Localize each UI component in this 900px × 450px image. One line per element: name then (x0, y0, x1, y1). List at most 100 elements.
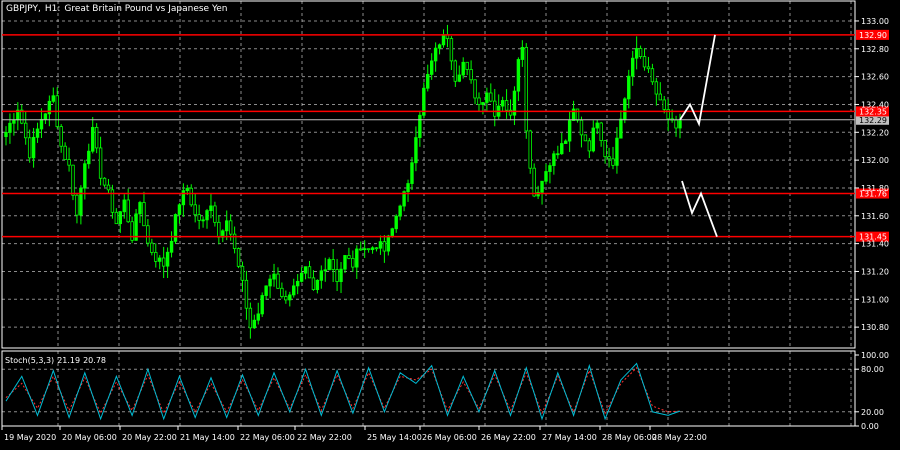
time-label: 27 May 14:00 (542, 433, 597, 442)
candle-body (406, 183, 410, 193)
candle-body (335, 269, 339, 282)
time-axis: 19 May 2020 20 May 06:00 20 May 22:00 21 Ma… (1, 426, 707, 442)
chart-header: GBPJPY, H1: Great Britain Pound vs Japanes… (6, 4, 232, 14)
candle-body (35, 128, 40, 138)
candle-body (453, 60, 458, 82)
candle-body (579, 119, 584, 136)
candle-body (370, 247, 375, 251)
candle-body (552, 153, 556, 166)
candle-body (627, 75, 631, 100)
candle-body (327, 259, 331, 271)
candle-body (59, 126, 63, 147)
candle-body (615, 137, 619, 166)
candle-body (177, 204, 182, 215)
candle-body (520, 46, 525, 60)
candle-body (567, 120, 572, 142)
candle-body (201, 219, 205, 222)
candle-body (355, 248, 359, 268)
candle-body (481, 102, 485, 105)
stoch-tick-label: 80.00 (861, 365, 884, 374)
candle-body (374, 247, 379, 250)
candle-body (642, 56, 647, 68)
candle-body (556, 153, 560, 156)
price-chart[interactable]: 132.29132.90132.35131.76131.45 133.00 132… (0, 0, 900, 446)
candle-body (339, 268, 343, 282)
candle-body (540, 180, 544, 193)
candle-body (106, 184, 111, 191)
candle-body (260, 295, 264, 315)
candle-body (461, 61, 465, 76)
candle-body (516, 59, 521, 92)
candle-body (244, 279, 249, 309)
candle-body (169, 240, 174, 253)
candles (4, 24, 682, 339)
candle-body (264, 285, 268, 296)
candle-body (359, 248, 363, 251)
level-label: 132.90 (859, 31, 887, 40)
candle-body (114, 211, 119, 225)
candle-body (288, 294, 292, 301)
price-tick-label: 133.00 (861, 17, 889, 26)
candle-body (150, 242, 154, 253)
chart-window[interactable]: 132.29 132.90 132.35 131.76 131.45 133.00 132… (0, 0, 900, 446)
candle-body (311, 277, 316, 290)
candle-body (98, 147, 103, 179)
candle-body (315, 279, 320, 290)
price-tick-label: 132.00 (861, 156, 889, 165)
price-tick-label: 131.40 (861, 240, 889, 249)
candle-body (418, 114, 422, 138)
candle-body (631, 57, 635, 77)
stoch-tick-label: 20.00 (861, 408, 884, 417)
stochastic-header: Stoch(5,3,3) 21.19 20.78 (5, 356, 109, 365)
candle-body (390, 228, 394, 237)
candle-body (307, 266, 312, 279)
candle-body (181, 190, 186, 206)
price-tick-label: 132.80 (861, 45, 889, 54)
price-tick-label: 131.20 (861, 267, 889, 276)
candle-body (209, 205, 213, 212)
time-label: 20 May 06:00 (62, 433, 117, 442)
candle-body (118, 211, 123, 225)
stoch-main-line (5, 362, 681, 421)
stoch-title: Stoch(5,3,3) (5, 356, 55, 365)
horizontal-levels[interactable]: 132.29132.90132.35131.76131.45 (2, 29, 889, 242)
candle-body (67, 159, 71, 166)
candle-body (619, 118, 623, 139)
candle-body (398, 205, 402, 217)
candle-body (158, 257, 162, 262)
time-label: 19 May 2020 (4, 433, 56, 442)
candle-body (465, 61, 469, 70)
candle-body (441, 34, 446, 46)
candle-body (429, 60, 434, 75)
candle-body (236, 248, 241, 267)
candle-body (295, 280, 300, 287)
price-tick-label: 130.80 (861, 323, 889, 332)
timeframe-label: H1: (44, 4, 61, 14)
candle-body (75, 194, 79, 216)
candle-body (299, 272, 304, 282)
candle-body (27, 137, 32, 159)
grid (1, 0, 856, 427)
candle-body (489, 92, 493, 102)
time-label: 28 May 06:00 (602, 433, 657, 442)
candle-body (138, 202, 142, 215)
time-label: 28 May 22:00 (652, 433, 707, 442)
candle-body (276, 273, 280, 289)
candle-body (193, 204, 197, 216)
candle-body (83, 163, 87, 189)
candle-body (161, 257, 166, 267)
time-label: 22 May 06:00 (240, 433, 295, 442)
candle-body (331, 259, 335, 270)
candle-body (268, 278, 272, 287)
candle-body (280, 287, 284, 297)
candle-body (351, 257, 355, 268)
candle-body (654, 81, 659, 95)
candle-body (599, 122, 603, 141)
candle-body (623, 98, 627, 120)
candle-body (449, 38, 454, 62)
candle-body (63, 145, 67, 160)
candle-body (94, 127, 99, 149)
price-tick-label: 131.60 (861, 212, 889, 221)
candle-body (504, 100, 509, 111)
candle-body (528, 130, 532, 169)
